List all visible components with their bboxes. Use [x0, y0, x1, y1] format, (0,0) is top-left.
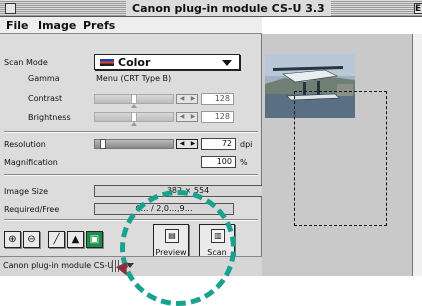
tone-curve-icon: ╱	[53, 234, 60, 245]
image-size-value: 382 × 554	[94, 185, 282, 197]
color-adjust-icon: ▣	[89, 234, 100, 245]
contrast-stepper[interactable]: ◀ ▶	[176, 94, 198, 104]
contrast-label: Contrast	[28, 94, 63, 103]
color-mode-icon	[100, 59, 114, 66]
window-title: Canon plug-in module CS-U 3.3	[126, 1, 331, 16]
crop-selection[interactable]	[294, 91, 387, 226]
title-bar[interactable]: Canon plug-in module CS-U 3.3 E	[0, 0, 422, 17]
zoom-in-icon: ⊕	[8, 234, 17, 245]
preview-canvas[interactable]	[265, 54, 401, 234]
brightness-stepper[interactable]: ◀ ▶	[176, 112, 198, 122]
resolution-slider[interactable]	[94, 139, 174, 149]
scan-mode-label: Scan Mode	[4, 58, 48, 67]
magnification-label: Magnification	[4, 158, 58, 167]
scan-mode-value: Color	[118, 56, 151, 69]
arrow-right-icon[interactable]: ▶	[188, 95, 198, 103]
image-size-label: Image Size	[4, 187, 49, 196]
magnification-field[interactable]: 100	[201, 156, 236, 168]
histogram-button[interactable]: ▲	[67, 231, 84, 248]
brightness-slider[interactable]	[94, 112, 174, 122]
menu-prefs[interactable]: Prefs	[83, 18, 115, 33]
vertical-scrollbar[interactable]	[412, 34, 422, 276]
gamma-value: Menu (CRT Type B)	[96, 74, 172, 83]
menu-bar: File Image Prefs	[0, 17, 262, 34]
zoom-box[interactable]: E	[414, 3, 422, 14]
zoom-out-icon: ⊖	[27, 234, 36, 245]
divider	[4, 219, 258, 221]
preview-area[interactable]	[262, 34, 422, 276]
resolution-unit: dpi	[240, 140, 253, 149]
arrow-left-icon[interactable]: ◀	[177, 113, 187, 121]
brightness-label: Brightness	[28, 113, 71, 122]
arrow-right-icon[interactable]: ▶	[188, 113, 198, 121]
required-free-value: 6… / 2,0…,9…	[94, 203, 234, 215]
brightness-tick-icon	[131, 122, 137, 126]
contrast-slider-thumb[interactable]	[131, 94, 137, 104]
resolution-stepper[interactable]: ◀ ▶	[176, 139, 198, 149]
arrow-left-icon[interactable]: ◀	[177, 140, 187, 148]
resolution-slider-thumb[interactable]	[100, 139, 106, 149]
brightness-slider-thumb[interactable]	[131, 112, 137, 122]
zoom-in-button[interactable]: ⊕	[4, 231, 21, 248]
zoom-out-button[interactable]: ⊖	[23, 231, 40, 248]
status-text: Canon plug-in module CS-U 3.3	[3, 261, 129, 270]
popup-arrow-icon	[222, 60, 232, 66]
color-adjust-button[interactable]: ▣	[86, 231, 103, 248]
menu-file[interactable]: File	[6, 18, 29, 33]
resolution-field[interactable]: 72	[201, 138, 236, 150]
divider	[4, 174, 258, 176]
contrast-field[interactable]: 128	[201, 93, 234, 105]
contrast-tick-icon	[131, 104, 137, 108]
histogram-icon: ▲	[71, 234, 80, 245]
brightness-field[interactable]: 128	[201, 111, 234, 123]
arrow-left-icon[interactable]: ◀	[177, 95, 187, 103]
preview-icon: ▤	[165, 229, 179, 243]
gamma-label: Gamma	[28, 74, 60, 83]
contrast-slider[interactable]	[94, 94, 174, 104]
scan-icon: ▥	[211, 229, 225, 243]
required-free-label: Required/Free	[4, 205, 60, 214]
divider	[4, 131, 258, 133]
arrow-right-icon[interactable]: ▶	[188, 140, 198, 148]
magnification-unit: %	[240, 158, 248, 167]
control-panel: Scan Mode Color Gamma Menu (CRT Type B) …	[0, 34, 282, 276]
tone-curve-button[interactable]: ╱	[48, 231, 65, 248]
close-box[interactable]	[5, 3, 16, 14]
scan-mode-popup[interactable]: Color	[94, 54, 240, 70]
resolution-label: Resolution	[4, 140, 46, 149]
menu-image[interactable]: Image	[38, 18, 76, 33]
